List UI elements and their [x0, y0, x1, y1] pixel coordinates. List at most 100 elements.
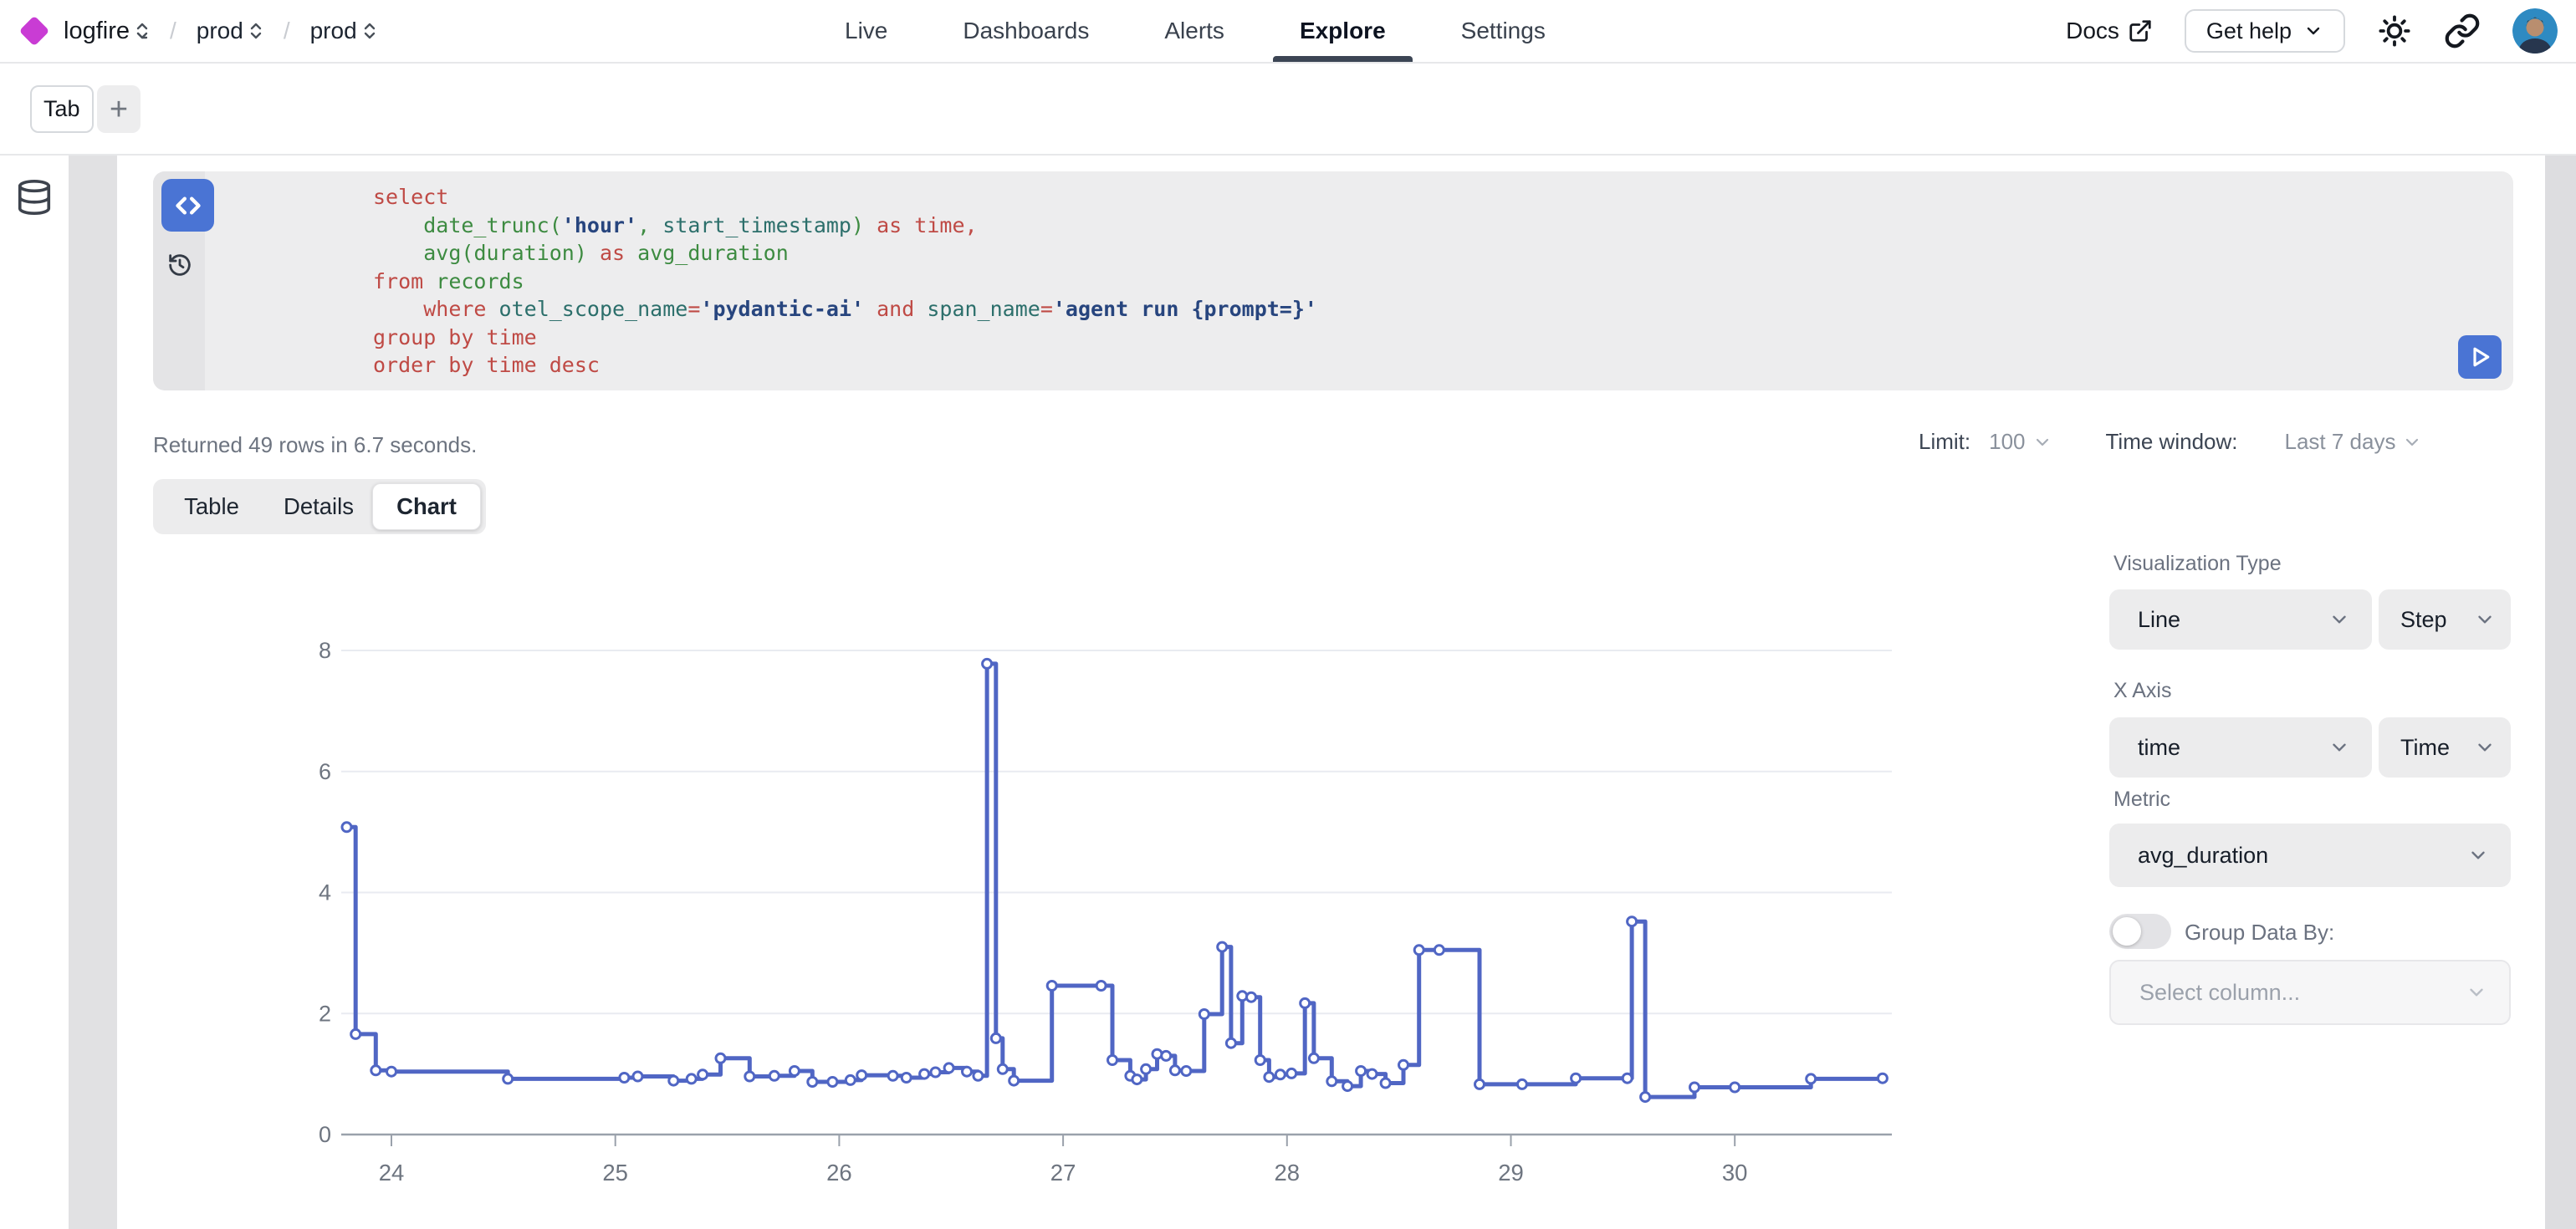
group-data-toggle[interactable] — [2109, 914, 2171, 949]
x-tick-label: 27 — [1050, 1160, 1076, 1186]
data-point-marker — [1218, 942, 1227, 951]
series-line — [347, 664, 1883, 1097]
data-point-marker — [1381, 1079, 1390, 1088]
data-point-marker — [998, 1064, 1007, 1073]
data-point-marker — [1309, 1053, 1318, 1063]
x-tick-label: 28 — [1275, 1160, 1301, 1186]
data-point-marker — [687, 1074, 696, 1084]
data-point-marker — [1301, 998, 1310, 1007]
data-point-marker — [857, 1071, 866, 1080]
x-tick-label: 24 — [379, 1160, 405, 1186]
data-point-marker — [1730, 1083, 1740, 1092]
data-point-marker — [1641, 1093, 1650, 1102]
metric-dropdown[interactable]: avg_duration — [2109, 824, 2511, 887]
data-point-marker — [1807, 1074, 1816, 1084]
data-point-marker — [745, 1072, 754, 1081]
data-point-marker — [808, 1078, 817, 1087]
data-point-marker — [1357, 1067, 1366, 1076]
group-column-dropdown[interactable]: Select column... — [2109, 960, 2511, 1025]
viz-style-dropdown[interactable]: Step — [2379, 589, 2511, 650]
data-point-marker — [342, 823, 351, 832]
data-point-marker — [1199, 1010, 1209, 1019]
data-point-marker — [1265, 1073, 1274, 1082]
x-axis-column-dropdown[interactable]: time — [2109, 717, 2372, 778]
data-point-marker — [1275, 1070, 1285, 1079]
data-point-marker — [790, 1067, 799, 1076]
data-point-marker — [1343, 1082, 1352, 1091]
data-point-marker — [963, 1067, 972, 1076]
data-point-marker — [1142, 1064, 1151, 1073]
chevron-down-icon — [2474, 737, 2496, 758]
data-point-marker — [983, 659, 992, 668]
data-point-marker — [1690, 1083, 1699, 1092]
data-point-marker — [633, 1072, 642, 1081]
data-point-marker — [1132, 1075, 1142, 1084]
data-point-marker — [1247, 992, 1256, 1002]
x-tick-label: 26 — [826, 1160, 852, 1186]
data-point-marker — [1327, 1077, 1337, 1086]
data-point-marker — [1162, 1051, 1171, 1060]
data-point-marker — [1572, 1073, 1581, 1083]
data-point-marker — [1108, 1056, 1117, 1065]
data-point-marker — [1170, 1066, 1179, 1075]
data-point-marker — [902, 1073, 911, 1083]
data-point-marker — [1287, 1068, 1296, 1078]
data-point-marker — [769, 1071, 779, 1080]
code-icon — [171, 189, 205, 222]
data-point-marker — [1414, 946, 1423, 955]
data-point-marker — [1434, 946, 1444, 955]
data-point-marker — [669, 1076, 678, 1085]
data-point-marker — [1475, 1079, 1485, 1089]
data-point-marker — [846, 1075, 855, 1084]
y-tick-label: 4 — [319, 880, 331, 905]
x-tick-label: 25 — [602, 1160, 628, 1186]
history-icon — [166, 252, 193, 278]
data-point-marker — [1367, 1069, 1377, 1079]
data-point-marker — [1628, 917, 1637, 926]
data-point-marker — [1517, 1079, 1526, 1089]
data-point-marker — [716, 1053, 725, 1063]
x-axis-type-dropdown[interactable]: Time — [2379, 717, 2511, 778]
data-point-marker — [920, 1069, 929, 1079]
data-point-marker — [1878, 1073, 1887, 1083]
data-point-marker — [931, 1068, 940, 1077]
data-point-marker — [1009, 1076, 1019, 1085]
chevron-down-icon — [2466, 982, 2487, 1003]
data-point-marker — [1047, 982, 1056, 991]
y-tick-label: 8 — [319, 638, 331, 663]
viz-type-dropdown[interactable]: Line — [2109, 589, 2372, 650]
data-point-marker — [698, 1070, 708, 1079]
group-data-label: Group Data By: — [2185, 920, 2334, 946]
data-point-marker — [944, 1063, 953, 1073]
y-tick-label: 2 — [319, 1001, 331, 1026]
toggle-knob — [2113, 917, 2141, 946]
data-point-marker — [351, 1029, 360, 1038]
data-point-marker — [503, 1074, 513, 1084]
chevron-down-icon — [2474, 609, 2496, 630]
data-point-marker — [1182, 1067, 1191, 1076]
data-point-marker — [1226, 1038, 1235, 1048]
code-format-button[interactable] — [161, 179, 214, 232]
x-axis-label: X Axis — [2113, 679, 2171, 703]
data-point-marker — [888, 1071, 897, 1080]
chevron-down-icon — [2328, 737, 2350, 758]
data-point-marker — [974, 1071, 983, 1080]
data-point-marker — [387, 1067, 396, 1076]
x-tick-label: 29 — [1498, 1160, 1524, 1186]
data-point-marker — [1096, 982, 1106, 991]
x-tick-label: 30 — [1722, 1160, 1748, 1186]
query-history-button[interactable] — [166, 252, 193, 278]
data-point-marker — [1255, 1056, 1265, 1065]
chevron-down-icon — [2328, 609, 2350, 630]
data-point-marker — [1399, 1060, 1408, 1069]
chevron-down-icon — [2467, 844, 2489, 866]
data-point-marker — [1623, 1073, 1632, 1083]
viz-type-label: Visualization Type — [2113, 552, 2282, 576]
y-tick-label: 6 — [319, 759, 331, 784]
y-tick-label: 0 — [319, 1122, 331, 1147]
data-point-marker — [828, 1078, 837, 1087]
data-point-marker — [1153, 1049, 1162, 1058]
data-point-marker — [991, 1033, 1000, 1043]
data-point-marker — [371, 1066, 381, 1075]
data-point-marker — [620, 1073, 629, 1083]
